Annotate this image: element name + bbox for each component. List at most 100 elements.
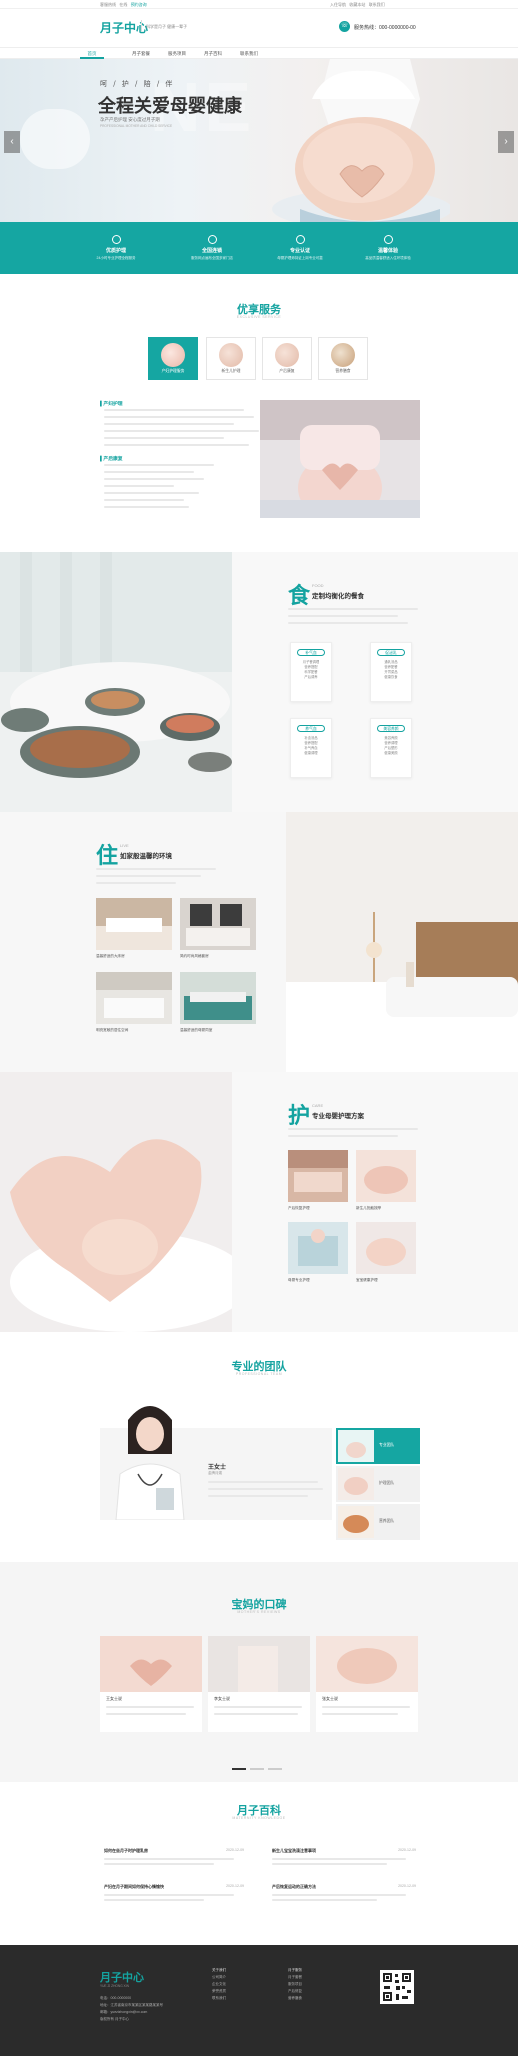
tab-image bbox=[331, 343, 355, 367]
team-tab-3[interactable]: 营养团队 bbox=[336, 1504, 420, 1540]
review-card[interactable]: 王女士说 bbox=[100, 1636, 202, 1732]
nav-item-encyclopedia[interactable]: 月子百科 bbox=[196, 48, 230, 59]
news-title: 产后恢复运动的正确方法 bbox=[272, 1884, 316, 1889]
food-category-card[interactable]: 养气血 补血汤品 营养搭配 补气养血 健康调理 bbox=[290, 718, 332, 778]
footer-link[interactable]: 公司简介 bbox=[212, 1974, 226, 1981]
footer-link[interactable]: 服务项目 bbox=[288, 1981, 302, 1988]
nav-item-contact[interactable]: 联系我们 bbox=[232, 48, 266, 59]
living-heading: 如家般温馨的环境 bbox=[120, 852, 172, 860]
living-caption: 明亮宽敞的居住空间 bbox=[96, 1028, 129, 1032]
text-line bbox=[104, 416, 254, 418]
service-heading-2: ▌产后康复 bbox=[100, 457, 123, 462]
tab-newborn-care[interactable]: 新生儿护理 bbox=[206, 337, 256, 380]
nav-item-packages[interactable]: 月子套餐 bbox=[124, 48, 158, 59]
living-photo-2[interactable] bbox=[180, 898, 256, 950]
footer-link[interactable]: 联系我们 bbox=[212, 1995, 226, 2002]
top-link[interactable]: 预约咨询 bbox=[131, 2, 147, 7]
living-caption: 温馨舒适的母婴同室 bbox=[180, 1028, 213, 1032]
review-card[interactable]: 李女士说 bbox=[208, 1636, 310, 1732]
team-tab-2[interactable]: 护理团队 bbox=[336, 1466, 420, 1502]
hero-banner: NE 呵 / 护 / 陪 / 伴 全程关爱母婴健康 孕产产后护理 安心度过月子期… bbox=[0, 59, 518, 222]
footer-col-2: 月子服务 月子套餐 服务项目 产后修复 营养膳食 bbox=[288, 1967, 302, 2002]
nav-item-home[interactable]: 首页 bbox=[80, 48, 104, 59]
reviews-subtitle: MOTHER'S REVIEWS bbox=[237, 1610, 281, 1614]
news-item[interactable]: 如何在坐月子时护理乳房 2020-12-09 bbox=[104, 1848, 244, 1874]
feature-item: 专业认证 母婴护理师持证上岗专业可靠 bbox=[252, 222, 348, 274]
phone-icon: ☏ bbox=[339, 21, 350, 32]
text-line bbox=[288, 615, 398, 617]
tab-nutrition[interactable]: 营养膳食 bbox=[318, 337, 368, 380]
food-category-card[interactable]: 促泌乳 通乳汤品 营养配餐 开胃菜品 健康饮食 bbox=[370, 642, 412, 702]
food-category-card[interactable]: 补气血 月子餐调理 营养搭配 科学配餐 产后调养 bbox=[290, 642, 332, 702]
footer-link[interactable]: 营养膳食 bbox=[288, 1995, 302, 2002]
team-tab-label: 营养团队 bbox=[379, 1519, 395, 1523]
tab-recovery[interactable]: 产后康复 bbox=[262, 337, 312, 380]
care-photo-1[interactable] bbox=[288, 1150, 348, 1202]
care-heading: 专业母婴护理方案 bbox=[312, 1112, 364, 1120]
food-category-card[interactable]: 美容养颜 美容养颜 营养调理 产后塑形 健康美颜 bbox=[370, 718, 412, 778]
news-title: 产妇在月子期间如何保持心情愉快 bbox=[104, 1884, 164, 1889]
footer-contact: 电话：000-0000000 地址：江苏省南京市某某区某某路某某号 邮箱：yue… bbox=[100, 1995, 163, 2023]
review-author: 李女士说 bbox=[214, 1696, 230, 1701]
certificate-icon bbox=[295, 235, 305, 244]
care-photo-4[interactable] bbox=[356, 1222, 416, 1274]
text-line bbox=[288, 622, 408, 624]
text-line bbox=[214, 1713, 298, 1715]
footer-link[interactable]: 企业文化 bbox=[212, 1981, 226, 1988]
nav-item-services[interactable]: 服务项目 bbox=[160, 48, 194, 59]
service-heading-1: ▌产妇护理 bbox=[100, 402, 123, 407]
review-author: 王女士说 bbox=[106, 1696, 122, 1701]
hero-prev-arrow[interactable]: ‹ bbox=[4, 131, 20, 153]
care-caption: 新生儿抚触按摩 bbox=[356, 1206, 382, 1210]
footer-line: 电话：000-0000000 bbox=[100, 1996, 132, 2000]
living-caption: 温馨舒适的大床房 bbox=[96, 954, 125, 958]
care-photo-2[interactable] bbox=[356, 1150, 416, 1202]
tab-label: 新生儿护理 bbox=[221, 369, 241, 373]
phone-number[interactable]: 服务热线：000-0000000-00 bbox=[354, 24, 416, 31]
footer-line: 版权所有 月子中心 bbox=[100, 2017, 129, 2021]
category-name: 养气血 bbox=[297, 725, 325, 732]
text-line bbox=[208, 1495, 308, 1497]
living-photo-4[interactable] bbox=[180, 972, 256, 1024]
text-line bbox=[104, 464, 214, 466]
text-line bbox=[208, 1488, 323, 1490]
text-line bbox=[104, 444, 249, 446]
carousel-dot[interactable] bbox=[268, 1768, 282, 1770]
text-line bbox=[288, 1128, 418, 1130]
team-tab-1[interactable]: 专业团队 bbox=[336, 1428, 420, 1464]
carousel-dot[interactable] bbox=[250, 1768, 264, 1770]
footer-link[interactable]: 荣誉资质 bbox=[212, 1988, 226, 1995]
hero-decor bbox=[20, 109, 90, 169]
hero-line-1: 孕产产后护理 安心度过月子期 bbox=[100, 117, 160, 122]
care-photo-3[interactable] bbox=[288, 1222, 348, 1274]
news-item[interactable]: 新生儿宝宝洗澡注意事项 2020-12-09 bbox=[272, 1848, 416, 1874]
top-link[interactable]: 入住导航 bbox=[330, 2, 346, 7]
top-link[interactable]: 客服热线 bbox=[100, 2, 116, 7]
text-line bbox=[288, 608, 418, 610]
features-band: 优质护理 24小时专业护理全程服务 全国连锁 服务网点遍布全国多家门店 专业认证… bbox=[0, 222, 518, 274]
review-card[interactable]: 张女士说 bbox=[316, 1636, 418, 1732]
feature-title: 全国连锁 bbox=[201, 248, 222, 254]
top-link[interactable]: 收藏本站 bbox=[349, 2, 365, 7]
footer-logo[interactable]: 月子中心 bbox=[100, 1969, 144, 1985]
top-link[interactable]: 联系我们 bbox=[369, 2, 385, 7]
hero-line-2: PROFESSIONAL MOTHER AND CHILD SERVICE bbox=[100, 124, 173, 128]
feature-title: 温馨体验 bbox=[377, 248, 398, 254]
text-line bbox=[104, 437, 224, 439]
footer-link[interactable]: 月子套餐 bbox=[288, 1974, 302, 1981]
footer-col-title: 关于我们 bbox=[212, 1968, 226, 1972]
news-item[interactable]: 产妇在月子期间如何保持心情愉快 2020-12-09 bbox=[104, 1884, 244, 1910]
news-item[interactable]: 产后恢复运动的正确方法 2020-12-09 bbox=[272, 1884, 416, 1910]
living-photo-3[interactable] bbox=[96, 972, 172, 1024]
tab-maternal-care[interactable]: 产妇护理服务 bbox=[148, 337, 198, 380]
hero-next-arrow[interactable]: › bbox=[498, 131, 514, 153]
top-link[interactable]: 在线 bbox=[119, 2, 127, 7]
text-line bbox=[214, 1706, 302, 1708]
food-heading: 定制均衡化的餐食 bbox=[312, 592, 364, 600]
footer-link[interactable]: 产后修复 bbox=[288, 1988, 302, 1995]
living-caption: 简约时尚风格套房 bbox=[180, 954, 209, 958]
tab-label: 营养膳食 bbox=[335, 369, 351, 373]
tab-label: 产妇护理服务 bbox=[161, 369, 185, 373]
living-photo-1[interactable] bbox=[96, 898, 172, 950]
carousel-dot-active[interactable] bbox=[232, 1768, 246, 1770]
